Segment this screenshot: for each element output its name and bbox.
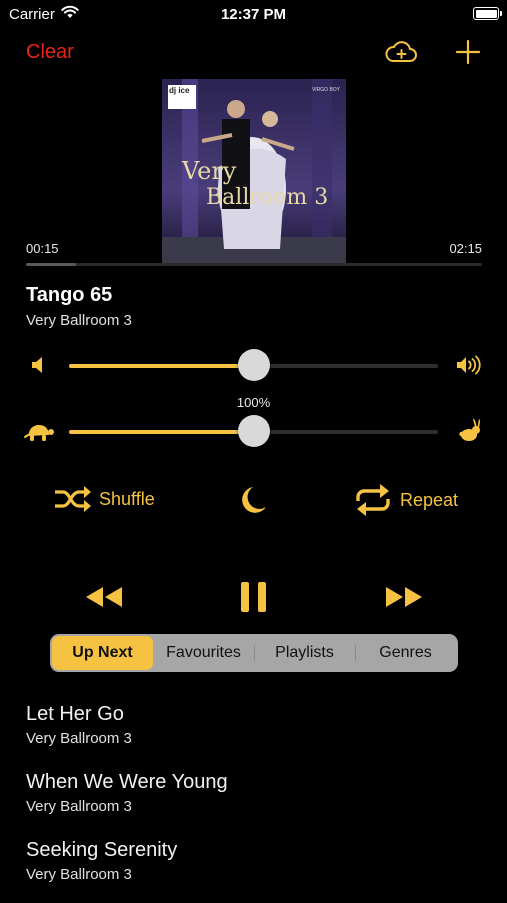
- cloud-plus-icon[interactable]: [384, 38, 418, 71]
- volume-thumb[interactable]: [238, 349, 270, 381]
- track-title: Tango 65: [26, 284, 113, 306]
- plus-icon: [455, 39, 481, 65]
- artwork-dj-logo: dj ice: [168, 85, 196, 109]
- repeat-icon: [356, 484, 390, 516]
- turtle-icon: [24, 421, 54, 448]
- pause-icon[interactable]: [239, 580, 269, 619]
- rewind-icon[interactable]: [84, 584, 124, 615]
- clear-button[interactable]: Clear: [26, 41, 74, 64]
- list-item-title: Seeking Serenity: [26, 839, 178, 861]
- list-item-title: Let Her Go: [26, 703, 124, 725]
- speaker-high-icon: [456, 355, 484, 380]
- total-time: 02:15: [449, 241, 482, 256]
- moon-icon[interactable]: [240, 485, 268, 520]
- list-item[interactable]: Let Her Go Very Ballroom 3: [0, 703, 507, 767]
- speed-thumb[interactable]: [238, 415, 270, 447]
- rabbit-icon: [458, 417, 484, 448]
- speed-fill: [69, 430, 254, 434]
- album-artwork: dj ice VIRGO BOY Very Ballroom 3: [162, 79, 346, 263]
- status-bar: Carrier 12:37 PM: [0, 0, 507, 30]
- shuffle-icon: [55, 486, 91, 512]
- add-button[interactable]: [455, 39, 481, 70]
- artwork-label-text: VIRGO BOY: [311, 87, 340, 93]
- segmented-tabs: Up Next Favourites Playlists Genres: [50, 634, 458, 672]
- shuffle-label: Shuffle: [99, 488, 155, 509]
- fast-forward-icon[interactable]: [384, 584, 424, 615]
- list-item-album: Very Ballroom 3: [26, 730, 132, 747]
- tab-up-next[interactable]: Up Next: [52, 636, 153, 670]
- tab-playlists[interactable]: Playlists: [254, 636, 355, 670]
- list-item-title: When We Were Young: [26, 771, 228, 793]
- progress-fill: [26, 263, 77, 266]
- tab-genres[interactable]: Genres: [355, 636, 456, 670]
- shuffle-button[interactable]: Shuffle: [53, 484, 155, 514]
- tab-favourites[interactable]: Favourites: [153, 636, 254, 670]
- battery-icon: [473, 7, 502, 20]
- list-item-album: Very Ballroom 3: [26, 798, 132, 815]
- track-album: Very Ballroom 3: [26, 312, 132, 329]
- speaker-low-icon: [30, 356, 46, 379]
- repeat-label: Repeat: [400, 489, 459, 510]
- list-item[interactable]: When We Were Young Very Ballroom 3: [0, 771, 507, 835]
- progress-bar[interactable]: [26, 263, 482, 266]
- volume-fill: [69, 364, 254, 368]
- artwork-title-line2: Ballroom 3: [206, 185, 329, 210]
- list-item-album: Very Ballroom 3: [26, 866, 132, 883]
- speed-label: 100%: [236, 395, 271, 410]
- repeat-button[interactable]: Repeat: [352, 483, 458, 517]
- list-item[interactable]: Seeking Serenity Very Ballroom 3: [0, 839, 507, 903]
- artwork-title-line1: Very: [182, 157, 237, 185]
- status-time: 12:37 PM: [220, 6, 287, 23]
- elapsed-time: 00:15: [26, 241, 59, 256]
